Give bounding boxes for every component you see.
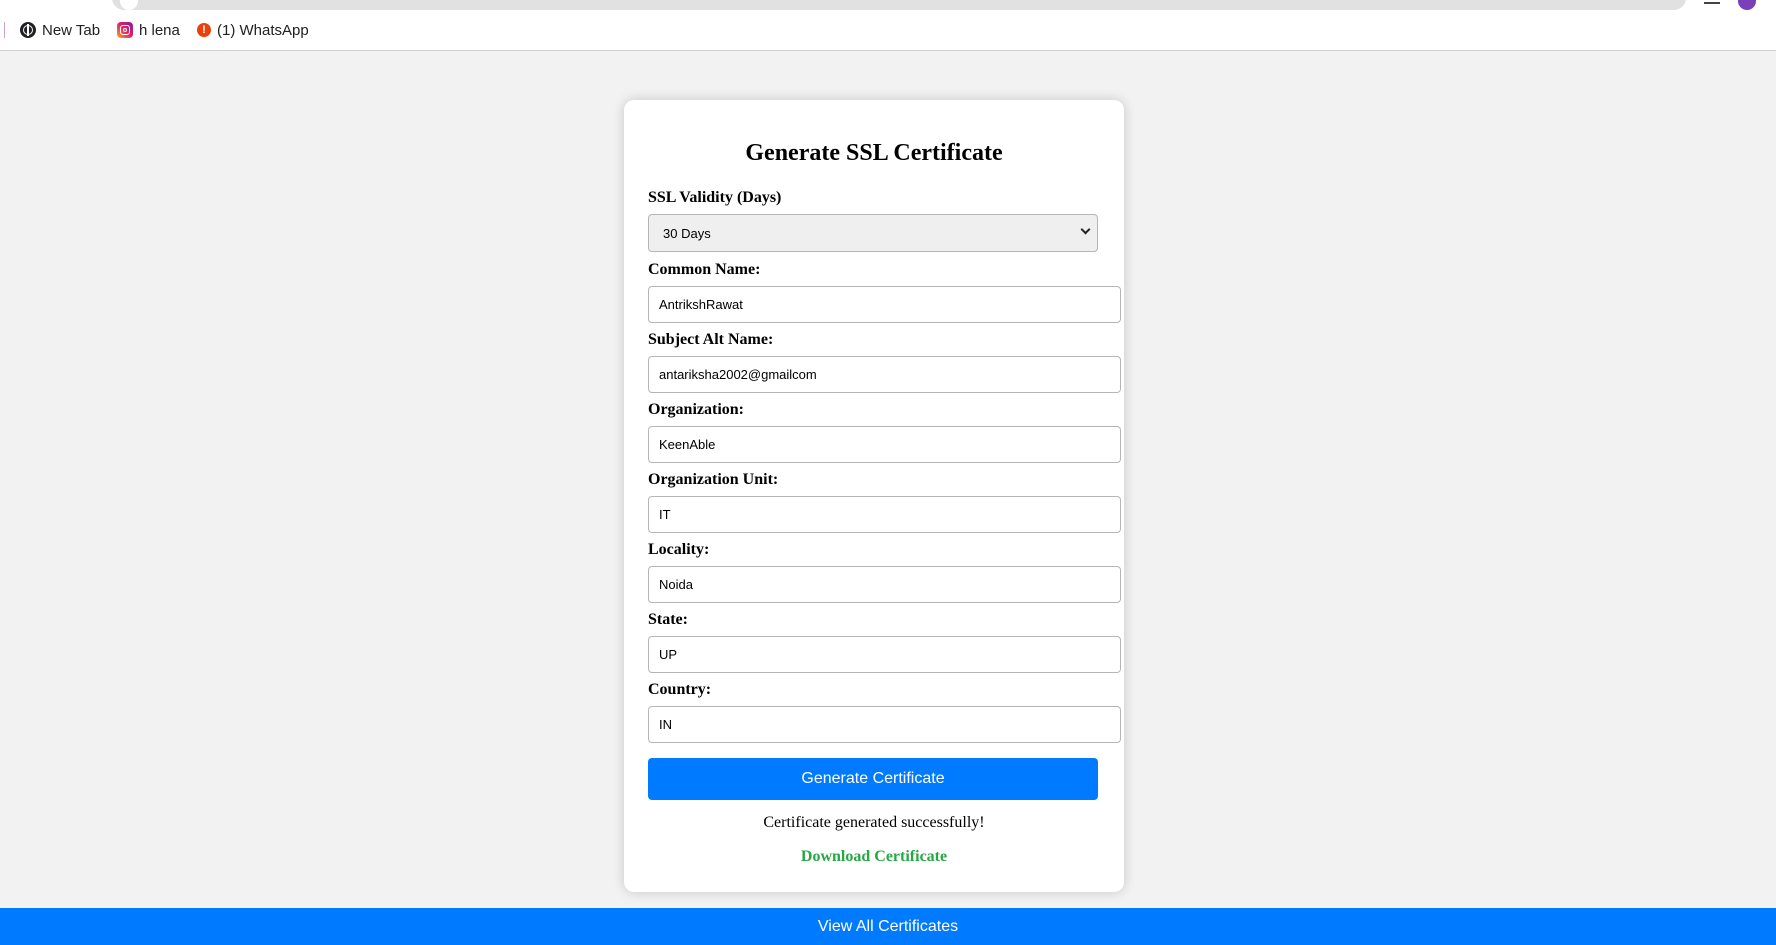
organization-label: Organization: [648,401,744,418]
chevron-down-icon [1080,224,1091,235]
globe-icon [20,22,36,38]
organization-unit-label: Organization Unit: [648,471,779,488]
bookmark-whatsapp[interactable]: ! (1) WhatsApp [197,18,309,42]
alert-icon: ! [197,23,211,37]
page-title: Generate SSL Certificate [745,140,1003,166]
validity-label: SSL Validity (Days) [648,189,782,206]
state-input[interactable] [648,636,1121,673]
bookmark-label: (1) WhatsApp [217,21,309,39]
bookmark-label: New Tab [42,21,101,39]
bookmark-h-lena[interactable]: h lena [117,18,180,42]
menu-icon[interactable] [1704,0,1720,4]
bookmark-new-tab[interactable]: New Tab [20,18,100,42]
common-name-input[interactable] [648,286,1121,323]
state-label: State: [648,611,688,628]
subject-alt-name-input[interactable] [648,356,1121,393]
browser-toolbar [0,0,1776,12]
organization-input[interactable] [648,426,1121,463]
locality-label: Locality: [648,541,710,558]
view-all-certificates-button[interactable]: View All Certificates [0,908,1776,945]
country-label: Country: [648,681,712,698]
bookmark-label: h lena [139,21,180,39]
certificate-form-card: Generate SSL Certificate SSL Validity (D… [624,100,1124,892]
subject-alt-name-label: Subject Alt Name: [648,331,774,348]
locality-input[interactable] [648,566,1121,603]
instagram-icon [117,22,133,38]
address-bar[interactable] [112,0,1686,10]
bookmarks-separator [4,22,5,38]
generate-certificate-button[interactable]: Generate Certificate [648,758,1098,800]
organization-unit-input[interactable] [648,496,1121,533]
validity-select[interactable]: 30 Days [648,214,1098,252]
validity-selected-value: 30 Days [663,225,711,241]
bookmarks-bar: New Tab h lena ! (1) WhatsApp [0,12,1776,51]
profile-avatar[interactable] [1738,0,1756,10]
country-input[interactable] [648,706,1121,743]
success-message: Certificate generated successfully! [763,814,985,831]
download-certificate-link[interactable]: Download Certificate [624,848,1124,866]
common-name-label: Common Name: [648,261,761,278]
